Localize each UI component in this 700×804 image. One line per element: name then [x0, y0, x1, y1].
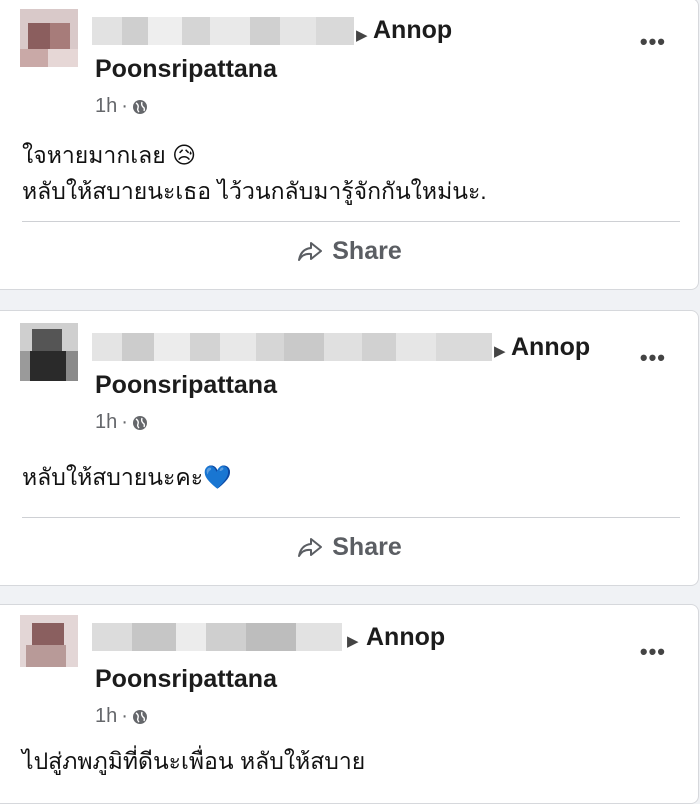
timestamp[interactable]: 1h: [95, 705, 117, 728]
globe-icon: [132, 99, 147, 114]
separator: ·: [121, 411, 128, 433]
avatar[interactable]: [20, 615, 78, 667]
share-label: Share: [332, 533, 402, 561]
share-button[interactable]: Share: [0, 237, 698, 266]
target-name[interactable]: Annop: [366, 623, 445, 652]
post-text: ไปสู่ภพภูมิที่ดีนะเพื่อน หลับให้สบาย: [22, 743, 365, 779]
separator: ·: [121, 705, 128, 727]
post-card: ▶ Annop Poonsripattana 1h · ••• หลับให้ส…: [0, 310, 699, 586]
share-label: Share: [332, 237, 402, 265]
author-name-redacted[interactable]: [92, 623, 342, 651]
avatar[interactable]: [20, 323, 78, 381]
post-text-line: ไปสู่ภพภูมิที่ดีนะเพื่อน หลับให้สบาย: [22, 748, 366, 774]
post-card: ▶ Annop Poonsripattana 1h · ••• ไปสู่ภพภ…: [0, 604, 699, 804]
post-text: ใจหายมากเลย 😥 หลับให้สบายนะเธอ ไว้วนกลับ…: [22, 137, 487, 209]
post-text-line: หลับให้สบายนะเธอ ไว้วนกลับมารู้จักกันใหม…: [22, 178, 487, 204]
divider: [22, 221, 680, 222]
avatar[interactable]: [20, 9, 78, 67]
target-name[interactable]: Annop: [511, 333, 590, 362]
globe-icon: [132, 709, 147, 724]
globe-icon: [132, 415, 147, 430]
timestamp[interactable]: 1h: [95, 95, 117, 118]
target-name-cont[interactable]: Poonsripattana: [95, 55, 277, 84]
arrow-right-icon: ▶: [494, 343, 506, 360]
post-meta: 1h ·: [95, 411, 148, 434]
post-meta: 1h ·: [95, 705, 148, 728]
timestamp[interactable]: 1h: [95, 411, 117, 434]
share-button[interactable]: Share: [0, 533, 698, 562]
target-name[interactable]: Annop: [373, 16, 452, 45]
target-name-cont[interactable]: Poonsripattana: [95, 665, 277, 694]
share-icon: [298, 241, 323, 261]
post-card: ▶ Annop Poonsripattana 1h · ••• ใจหายมาก…: [0, 0, 699, 290]
more-options-icon[interactable]: •••: [640, 345, 666, 371]
share-icon: [298, 537, 323, 557]
divider: [22, 517, 680, 518]
author-name-redacted[interactable]: [92, 333, 492, 361]
author-name-redacted[interactable]: [92, 17, 354, 45]
post-text-line: ใจหายมากเลย 😥: [22, 142, 197, 168]
more-options-icon[interactable]: •••: [640, 639, 666, 665]
separator: ·: [121, 95, 128, 117]
target-name-cont[interactable]: Poonsripattana: [95, 371, 277, 400]
arrow-right-icon: ▶: [347, 633, 359, 650]
post-text: หลับให้สบายนะคะ💙: [22, 459, 232, 495]
post-meta: 1h ·: [95, 95, 148, 118]
arrow-right-icon: ▶: [356, 27, 368, 44]
post-text-line: หลับให้สบายนะคะ💙: [22, 464, 232, 490]
more-options-icon[interactable]: •••: [640, 29, 666, 55]
